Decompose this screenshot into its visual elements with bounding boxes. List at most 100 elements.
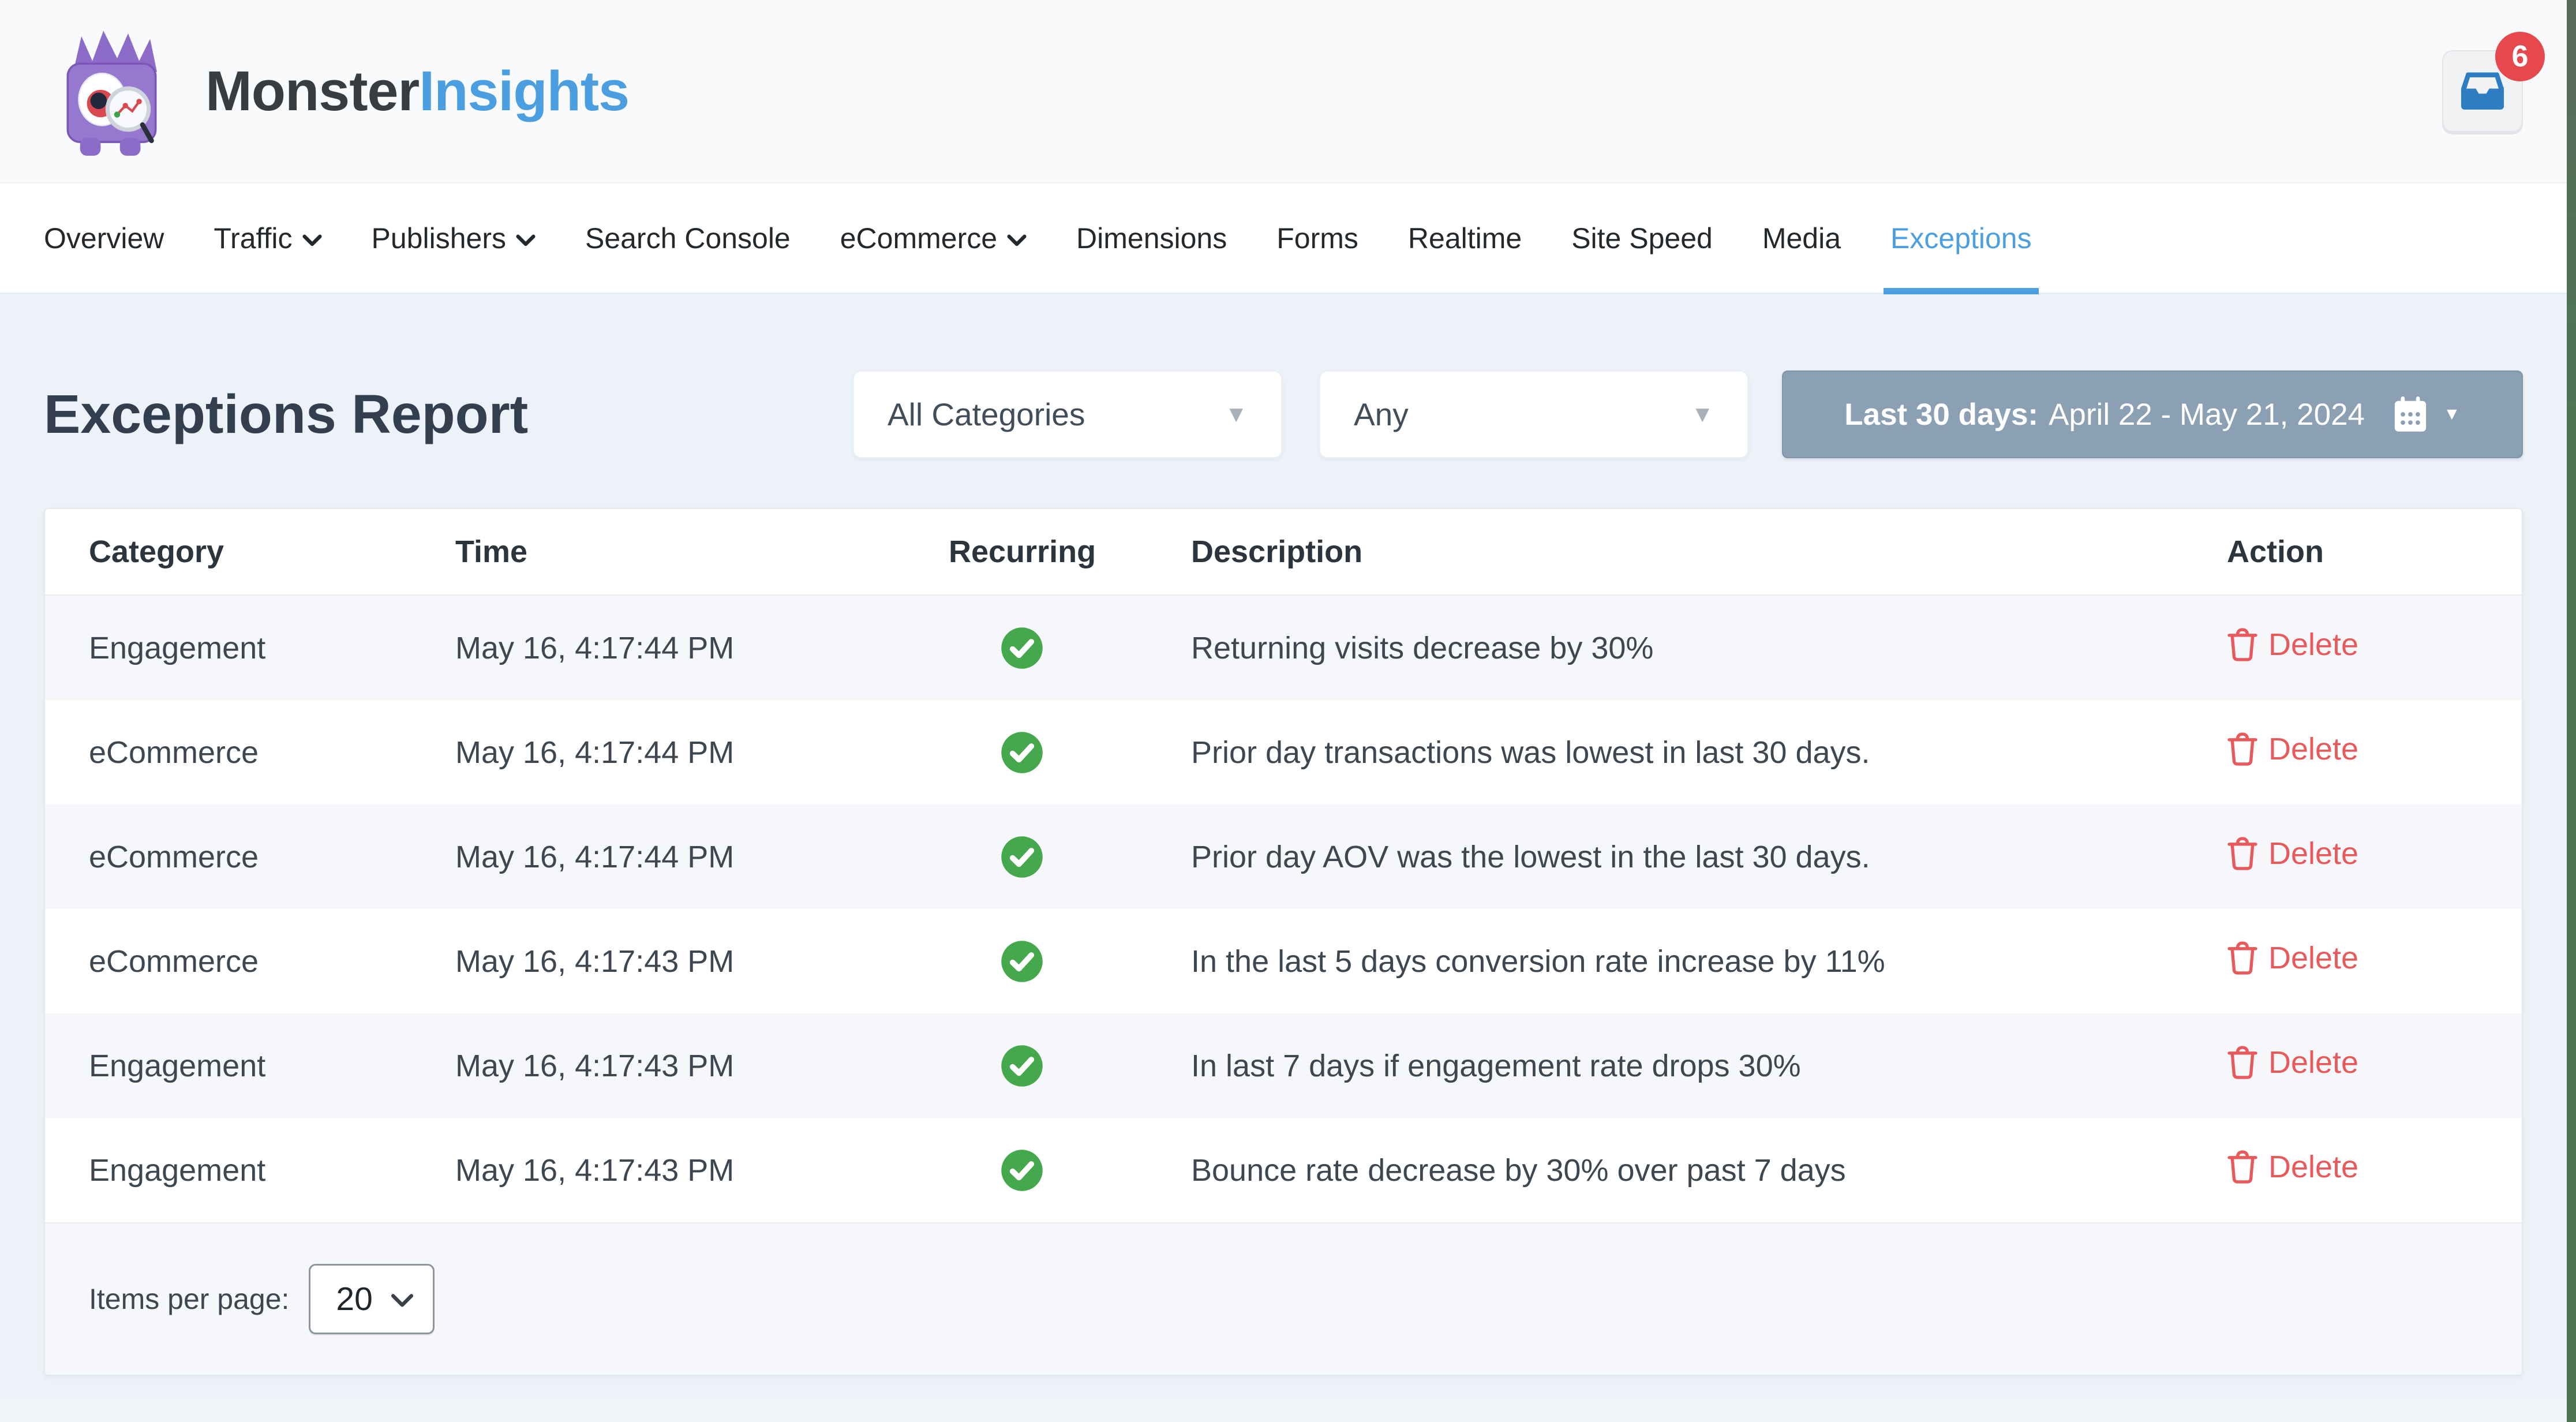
tab-search-console[interactable]: Search Console [585, 184, 791, 293]
recurring-check-icon [999, 1148, 1044, 1193]
trash-icon [2227, 1150, 2258, 1184]
screen: MonsterInsights 6 Overview Traffic Publi… [0, 0, 2576, 1422]
trash-icon [2227, 836, 2258, 871]
recurring-check-icon [999, 730, 1044, 775]
recurring-check-icon [999, 939, 1044, 984]
tab-site-speed[interactable]: Site Speed [1571, 184, 1713, 293]
tab-label: Overview [44, 222, 164, 255]
caret-down-icon: ▼ [1691, 402, 1714, 428]
recurring-check-icon [999, 835, 1044, 880]
date-range-button[interactable]: Last 30 days: April 22 - May 21, 2024 ▼ [1782, 371, 2523, 458]
report-nav: Overview Traffic Publishers Search Conso… [0, 184, 2567, 294]
chevron-down-icon [1007, 234, 1027, 247]
condition-filter-value: Any [1354, 396, 1409, 433]
recurring-check-icon [999, 626, 1044, 671]
col-header-recurring: Recurring [949, 534, 1191, 570]
monsterinsights-logo: MonsterInsights [48, 23, 629, 160]
cell-description: In the last 5 days conversion rate incre… [1191, 944, 2227, 979]
delete-label: Delete [2268, 940, 2358, 976]
table-row: eCommerce May 16, 4:17:43 PM In the last… [45, 909, 2522, 1013]
tab-label: eCommerce [840, 222, 997, 255]
cell-category: Engagement [89, 1152, 455, 1188]
cell-category: eCommerce [89, 839, 455, 875]
tab-exceptions[interactable]: Exceptions [1890, 184, 2032, 293]
tab-label: Traffic [214, 222, 292, 255]
tab-media[interactable]: Media [1762, 184, 1841, 293]
chevron-down-icon [516, 234, 536, 247]
cell-description: In last 7 days if engagement rate drops … [1191, 1048, 2227, 1084]
cell-category: Engagement [89, 1048, 455, 1084]
caret-down-icon: ▼ [2443, 405, 2461, 424]
tab-forms[interactable]: Forms [1276, 184, 1358, 293]
app-header: MonsterInsights 6 [0, 0, 2567, 184]
tab-label: Site Speed [1571, 222, 1713, 255]
table-header-row: Category Time Recurring Description Acti… [45, 509, 2522, 596]
date-range-label: Last 30 days: [1844, 397, 2038, 432]
table-row: eCommerce May 16, 4:17:44 PM Prior day A… [45, 804, 2522, 909]
calendar-icon [2392, 395, 2428, 434]
items-per-page-select[interactable]: 20 [309, 1264, 435, 1334]
table-row: Engagement May 16, 4:17:43 PM Bounce rat… [45, 1118, 2522, 1222]
delete-label: Delete [2268, 731, 2358, 767]
delete-label: Delete [2268, 1045, 2358, 1080]
delete-button[interactable]: Delete [2227, 940, 2358, 976]
tab-label: Publishers [372, 222, 506, 255]
condition-filter-select[interactable]: Any ▼ [1319, 371, 1748, 458]
delete-button[interactable]: Delete [2227, 1045, 2358, 1080]
brand-part1: Monster [205, 59, 419, 122]
cell-time: May 16, 4:17:43 PM [455, 1048, 949, 1084]
tab-dimensions[interactable]: Dimensions [1076, 184, 1227, 293]
trash-icon [2227, 732, 2258, 766]
tab-label: Search Console [585, 222, 791, 255]
delete-button[interactable]: Delete [2227, 836, 2358, 871]
date-range-value: April 22 - May 21, 2024 [2049, 397, 2365, 432]
delete-label: Delete [2268, 1149, 2358, 1185]
delete-button[interactable]: Delete [2227, 1149, 2358, 1185]
trash-icon [2227, 627, 2258, 662]
recurring-check-icon [999, 1043, 1044, 1088]
cell-description: Prior day AOV was the lowest in the last… [1191, 839, 2227, 875]
category-filter-value: All Categories [888, 396, 1085, 433]
chevron-down-icon [302, 234, 322, 247]
page-bottom-strip [0, 1399, 2567, 1422]
col-header-action: Action [2227, 534, 2522, 570]
tab-ecommerce[interactable]: eCommerce [840, 184, 1027, 293]
tab-overview[interactable]: Overview [44, 184, 164, 293]
caret-down-icon: ▼ [1225, 402, 1248, 428]
tab-publishers[interactable]: Publishers [372, 184, 536, 293]
cell-description: Returning visits decrease by 30% [1191, 630, 2227, 666]
delete-button[interactable]: Delete [2227, 627, 2358, 663]
tab-label: Dimensions [1076, 222, 1227, 255]
brand-part2: Insights [419, 59, 629, 122]
page-title: Exceptions Report [44, 383, 528, 446]
monster-mascot-icon [48, 23, 186, 160]
tab-label: Forms [1276, 222, 1358, 255]
table-row: Engagement May 16, 4:17:44 PM Returning … [45, 596, 2522, 700]
cell-time: May 16, 4:17:44 PM [455, 630, 949, 666]
chevron-down-icon [390, 1293, 414, 1308]
controls-row: Exceptions Report All Categories ▼ Any ▼… [44, 371, 2523, 458]
inbox-icon [2460, 70, 2505, 112]
notifications-button[interactable]: 6 [2442, 50, 2523, 132]
col-header-time: Time [455, 534, 949, 570]
items-per-page-label: Items per page: [89, 1282, 289, 1316]
col-header-category: Category [89, 534, 455, 570]
exceptions-table: Category Time Recurring Description Acti… [44, 508, 2523, 1376]
trash-icon [2227, 941, 2258, 975]
table-row: Engagement May 16, 4:17:43 PM In last 7 … [45, 1013, 2522, 1118]
brand-wordmark: MonsterInsights [205, 59, 629, 124]
notification-badge: 6 [2495, 32, 2545, 81]
tab-label: Realtime [1408, 222, 1522, 255]
delete-label: Delete [2268, 627, 2358, 663]
cell-time: May 16, 4:17:43 PM [455, 944, 949, 979]
desktop-background-edge [2567, 0, 2576, 1422]
cell-description: Bounce rate decrease by 30% over past 7 … [1191, 1152, 2227, 1188]
delete-label: Delete [2268, 836, 2358, 871]
app-window: MonsterInsights 6 Overview Traffic Publi… [0, 0, 2567, 1422]
tab-traffic[interactable]: Traffic [214, 184, 321, 293]
tab-realtime[interactable]: Realtime [1408, 184, 1522, 293]
table-row: eCommerce May 16, 4:17:44 PM Prior day t… [45, 700, 2522, 804]
category-filter-select[interactable]: All Categories ▼ [853, 371, 1282, 458]
trash-icon [2227, 1045, 2258, 1080]
delete-button[interactable]: Delete [2227, 731, 2358, 767]
